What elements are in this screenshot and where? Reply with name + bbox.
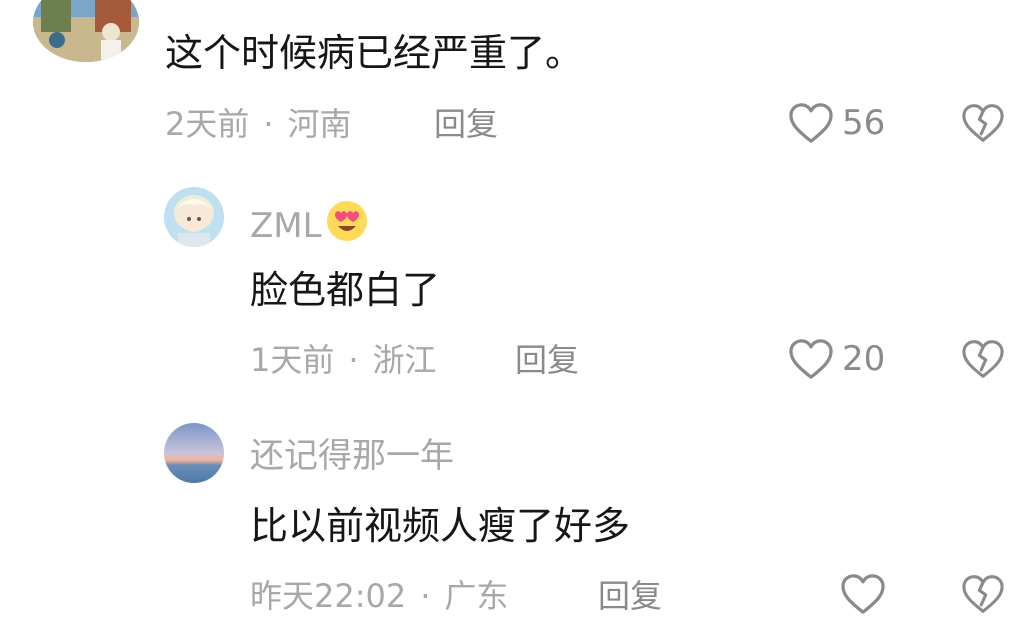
username[interactable]: 还记得那一年: [250, 436, 454, 476]
reply-comment-item: ZML 脸色都白了 1天前 · 浙江 回复 20: [0, 180, 1029, 400]
reply-button[interactable]: 回复: [598, 576, 662, 616]
avatar-image: [33, 0, 139, 62]
meta-separator: ·: [348, 341, 359, 379]
username-text: ZML: [250, 205, 322, 246]
comment-meta: 1天前 · 浙江: [250, 340, 437, 380]
avatar-image: [164, 187, 224, 247]
avatar[interactable]: [33, 0, 139, 62]
heart-eyes-emoji-icon: [326, 200, 368, 251]
heart-outline-icon: [841, 574, 885, 614]
heart-outline-icon: [789, 339, 833, 379]
username[interactable]: ZML: [250, 200, 368, 251]
meta-separator: ·: [420, 577, 431, 615]
reply-button[interactable]: 回复: [434, 104, 498, 144]
comment-text: 比以前视频人瘦了好多: [250, 504, 631, 548]
comment-item: 这个时候病已经严重了。 2天前 · 河南 回复 56: [0, 0, 1029, 160]
comment-text: 脸色都白了: [250, 268, 441, 312]
reply-comment-item: 还记得那一年 比以前视频人瘦了好多 昨天22:02 · 广东 回复: [0, 416, 1029, 624]
comment-time: 1天前: [250, 341, 335, 379]
comment-time: 2天前: [165, 105, 250, 143]
comment-meta: 2天前 · 河南: [165, 104, 352, 144]
reply-button[interactable]: 回复: [515, 340, 579, 380]
comment-location: 河南: [287, 105, 352, 143]
like-count: 20: [842, 339, 886, 379]
comment-location: 浙江: [372, 341, 437, 379]
broken-heart-icon: [962, 340, 1004, 378]
like-count: 56: [842, 103, 886, 143]
comment-meta: 昨天22:02 · 广东: [250, 576, 508, 616]
comment-location: 广东: [444, 577, 509, 615]
broken-heart-icon: [962, 104, 1004, 142]
dislike-button[interactable]: [961, 574, 1005, 614]
dislike-button[interactable]: [961, 103, 1005, 143]
like-button[interactable]: 20: [788, 338, 885, 380]
like-button[interactable]: 56: [788, 102, 885, 144]
comment-time: 昨天22:02: [250, 577, 407, 615]
username-text: 还记得那一年: [250, 436, 454, 476]
heart-outline-icon: [789, 103, 833, 143]
dislike-button[interactable]: [961, 339, 1005, 379]
avatar[interactable]: [164, 187, 224, 247]
broken-heart-icon: [962, 575, 1004, 613]
comment-text: 这个时候病已经严重了。: [165, 31, 584, 75]
avatar[interactable]: [164, 423, 224, 483]
avatar-image: [164, 423, 224, 483]
meta-separator: ·: [263, 105, 274, 143]
like-button[interactable]: [840, 573, 894, 615]
